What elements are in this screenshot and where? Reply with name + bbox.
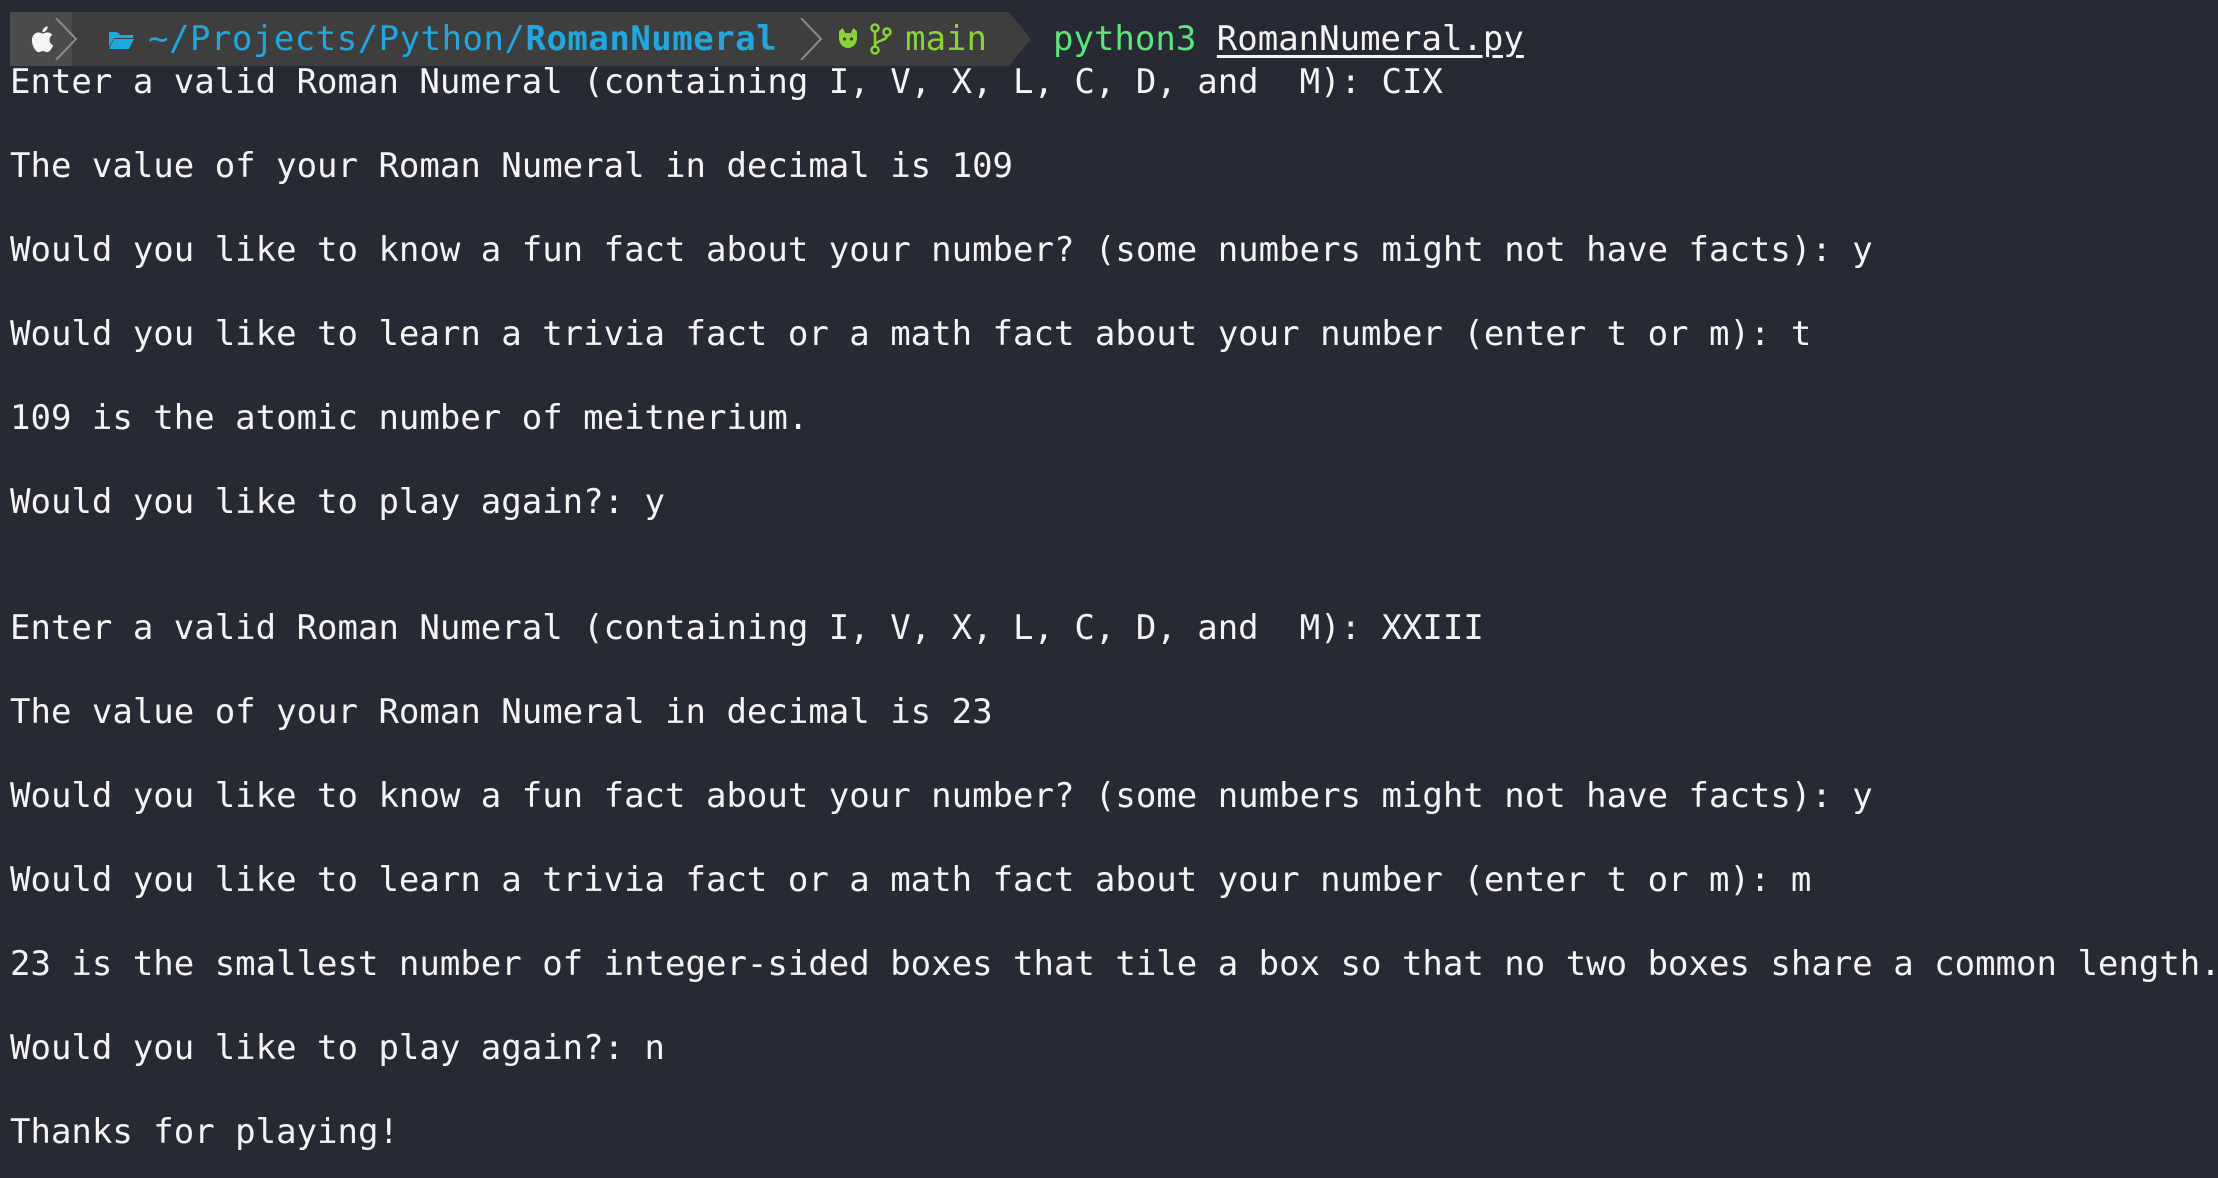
command-line: python3 RomanNumeral.py xyxy=(1053,19,1524,59)
segment-separator xyxy=(55,18,78,60)
prompt-os-segment xyxy=(10,12,78,66)
folder-icon xyxy=(109,32,134,49)
command-exe: python3 xyxy=(1053,19,1197,59)
prompt-path-segment: ~/Projects/Python/RomanNumeral xyxy=(72,12,823,66)
path-current-dir: RomanNumeral xyxy=(525,19,778,59)
command-arg: RomanNumeral.py xyxy=(1216,19,1524,59)
terminal-output: Enter a valid Roman Numeral (containing … xyxy=(10,60,2218,1178)
output-line: Would you like to know a fun fact about … xyxy=(10,776,1873,816)
output-line: Thanks for playing! xyxy=(10,1112,399,1152)
shell-prompt: ~/Projects/Python/RomanNumeral main pyth… xyxy=(10,12,1524,66)
output-line: Would you like to learn a trivia fact or… xyxy=(10,860,1812,900)
output-line: Would you like to know a fun fact about … xyxy=(10,230,1873,270)
output-line: Enter a valid Roman Numeral (containing … xyxy=(10,62,1443,102)
output-line: 23 is the smallest number of integer-sid… xyxy=(10,944,2218,984)
branch-icon xyxy=(870,23,892,55)
prompt-end-arrow xyxy=(1009,12,1031,66)
output-line: Enter a valid Roman Numeral (containing … xyxy=(10,608,1484,648)
output-line: Would you like to play again?: n xyxy=(10,1028,666,1068)
github-icon xyxy=(839,28,858,48)
path-prefix: ~/Projects/Python/ xyxy=(148,19,526,59)
output-line: The value of your Roman Numeral in decim… xyxy=(10,146,1014,186)
prompt-git-segment: main xyxy=(799,12,1009,66)
output-line: 109 is the atomic number of meitnerium. xyxy=(10,398,809,438)
segment-separator xyxy=(800,18,823,60)
output-line: The value of your Roman Numeral in decim… xyxy=(10,692,993,732)
output-line: Would you like to play again?: y xyxy=(10,482,666,522)
git-branch-name: main xyxy=(905,19,987,59)
output-line: Would you like to learn a trivia fact or… xyxy=(10,314,1812,354)
